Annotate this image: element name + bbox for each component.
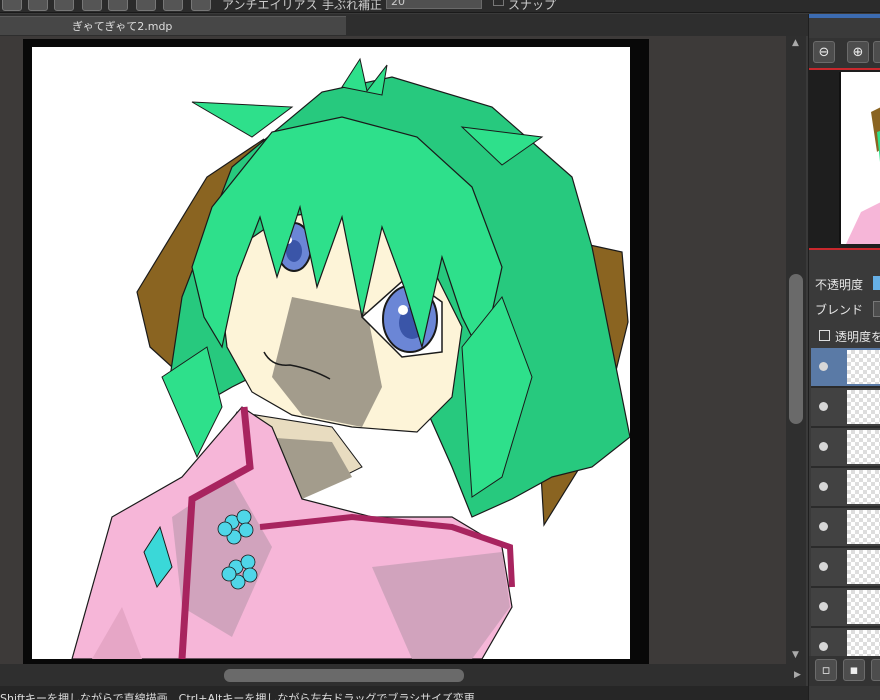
document-tab[interactable]: ぎゃてぎゃて2.mdp xyxy=(0,16,346,35)
zoom-fit-icon[interactable] xyxy=(873,41,880,63)
layer-item[interactable] xyxy=(811,508,880,548)
visibility-eye-icon[interactable] xyxy=(819,482,828,491)
top-toolbar: アンチエイリアス 手ぶれ補正 20 スナップ xyxy=(0,0,880,13)
document-tab-bar: ぎゃてぎゃて2.mdp xyxy=(0,14,808,36)
visibility-eye-icon[interactable] xyxy=(819,522,828,531)
snap-settings-icon[interactable] xyxy=(191,0,211,11)
status-bar: Shiftキーを押しながらで直線描画、Ctrl+Altキーを押しながら左右ドラッ… xyxy=(0,686,880,700)
protect-alpha-checkbox[interactable] xyxy=(819,330,830,341)
scroll-down-arrow-icon[interactable]: ▼ xyxy=(792,650,799,660)
navigator-toolbar: ⊖ ⊕ xyxy=(809,38,880,68)
new-layer-icon[interactable]: ▫ xyxy=(815,659,837,681)
opacity-slider[interactable] xyxy=(873,276,880,290)
layer-panel-footer: ▫ ▪ xyxy=(809,656,880,686)
layer-thumbnail xyxy=(847,350,880,384)
canvas-paper[interactable] xyxy=(32,47,630,659)
artwork xyxy=(71,57,630,659)
canvas-area[interactable] xyxy=(0,36,786,664)
layer-thumbnail xyxy=(847,550,880,584)
zoom-out-icon[interactable]: ⊖ xyxy=(813,41,835,63)
canvas-frame xyxy=(23,39,649,664)
right-panel: ⊖ ⊕ 不透明度 ブレンド 透明度を ▫ ▪ xyxy=(808,14,880,700)
grid-tool-icon[interactable] xyxy=(28,0,48,11)
stabilizer-label: 手ぶれ補正 xyxy=(322,0,383,12)
layer-item[interactable] xyxy=(811,548,880,588)
layer-thumbnail xyxy=(847,430,880,464)
triangle-ruler-icon[interactable] xyxy=(54,0,74,11)
canvas-horizontal-scrollbar[interactable]: ▶ xyxy=(0,664,806,686)
navigator-preview[interactable] xyxy=(809,68,880,250)
settings-icon[interactable] xyxy=(163,0,183,11)
layer-item[interactable] xyxy=(811,348,880,388)
visibility-eye-icon[interactable] xyxy=(819,402,828,411)
navigator-header xyxy=(809,14,880,18)
zoom-in-icon[interactable]: ⊕ xyxy=(847,41,869,63)
visibility-eye-icon[interactable] xyxy=(819,602,828,611)
curve-ruler-icon[interactable] xyxy=(136,0,156,11)
layer-thumbnail xyxy=(847,590,880,624)
blend-row: ブレンド xyxy=(809,297,880,321)
layer-list xyxy=(811,348,880,660)
vertical-scroll-thumb[interactable] xyxy=(789,274,803,424)
concentric-ruler-icon[interactable] xyxy=(108,0,128,11)
layer-thumbnail xyxy=(847,390,880,424)
layer-item[interactable] xyxy=(811,388,880,428)
opacity-row: 不透明度 xyxy=(809,272,880,296)
navigator-thumbnail xyxy=(839,72,880,244)
opacity-label: 不透明度 xyxy=(815,278,864,292)
visibility-eye-icon[interactable] xyxy=(819,442,828,451)
snap-checkbox[interactable] xyxy=(493,0,504,6)
duplicate-layer-icon[interactable]: ▪ xyxy=(843,659,865,681)
layer-thumbnail xyxy=(847,510,880,544)
layer-item[interactable] xyxy=(811,588,880,628)
blend-label: ブレンド xyxy=(815,303,864,317)
scroll-right-arrow-icon[interactable]: ▶ xyxy=(794,670,801,680)
blend-mode-select[interactable] xyxy=(873,301,880,317)
horizontal-scroll-thumb[interactable] xyxy=(224,669,464,682)
canvas-vertical-scrollbar[interactable]: ▲ ▼ xyxy=(786,36,806,664)
visibility-eye-icon[interactable] xyxy=(819,362,828,371)
layer-thumbnail xyxy=(847,470,880,504)
antialias-checkbox-label[interactable]: アンチエイリアス xyxy=(222,0,318,12)
radial-ruler-icon[interactable] xyxy=(82,0,102,11)
visibility-eye-icon[interactable] xyxy=(819,642,828,651)
stabilizer-select[interactable]: 20 xyxy=(386,0,482,9)
protect-alpha-label: 透明度を xyxy=(835,330,880,344)
layers-tool-icon[interactable] xyxy=(2,0,22,11)
layer-options-icon[interactable] xyxy=(871,659,880,681)
layer-item[interactable] xyxy=(811,428,880,468)
snap-label: スナップ xyxy=(508,0,557,12)
scroll-up-arrow-icon[interactable]: ▲ xyxy=(792,38,799,48)
layer-item[interactable] xyxy=(811,468,880,508)
visibility-eye-icon[interactable] xyxy=(819,562,828,571)
protect-alpha-row: 透明度を xyxy=(809,324,880,348)
